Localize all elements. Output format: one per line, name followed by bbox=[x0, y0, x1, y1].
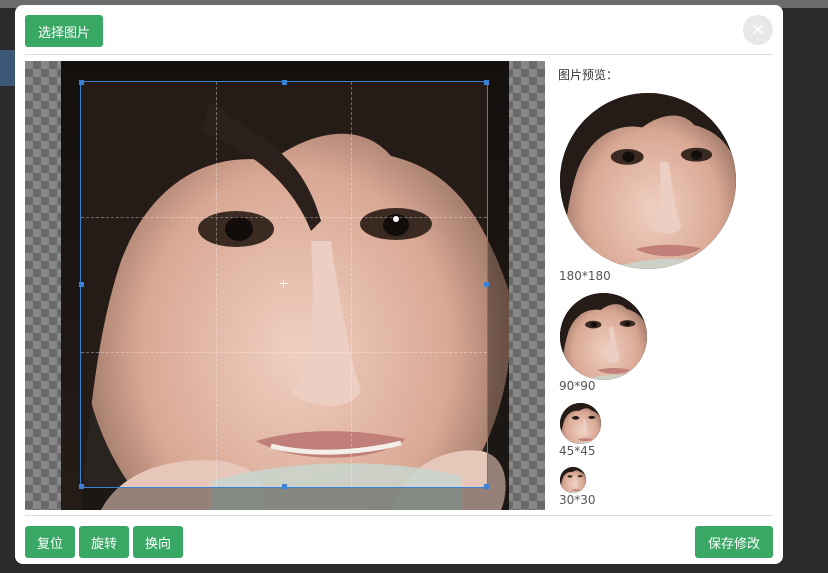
crop-handle-s[interactable] bbox=[282, 484, 287, 489]
close-icon[interactable]: ✕ bbox=[743, 15, 773, 45]
crop-center-icon bbox=[280, 280, 288, 288]
crop-box[interactable] bbox=[80, 81, 488, 488]
image-crop-dialog: 选择图片 ✕ 图片预览： 180*180 90*90 45*45 30*30 复… bbox=[15, 5, 783, 564]
preview-image bbox=[560, 93, 736, 269]
background-tab bbox=[0, 50, 16, 86]
footer-divider bbox=[25, 515, 773, 516]
guide-line bbox=[216, 82, 217, 487]
guide-line bbox=[81, 352, 487, 353]
preview-image bbox=[560, 403, 601, 444]
crop-handle-se[interactable] bbox=[484, 484, 489, 489]
guide-line bbox=[351, 82, 352, 487]
crop-handle-sw[interactable] bbox=[79, 484, 84, 489]
preview-90 bbox=[560, 293, 647, 380]
preview-title: 图片预览： bbox=[558, 68, 619, 82]
preview-image bbox=[560, 293, 647, 380]
save-button[interactable]: 保存修改 bbox=[695, 526, 773, 558]
preview-caption: 30*30 bbox=[559, 493, 596, 507]
crop-handle-n[interactable] bbox=[282, 80, 287, 85]
preview-45 bbox=[560, 403, 601, 444]
select-image-button[interactable]: 选择图片 bbox=[25, 15, 103, 47]
preview-caption: 90*90 bbox=[559, 379, 596, 393]
crop-handle-w[interactable] bbox=[79, 282, 84, 287]
crop-handle-nw[interactable] bbox=[79, 80, 84, 85]
preview-caption: 180*180 bbox=[559, 269, 611, 283]
crop-handle-e[interactable] bbox=[484, 282, 489, 287]
preview-image bbox=[560, 467, 586, 493]
flip-button[interactable]: 换向 bbox=[133, 526, 183, 558]
preview-30 bbox=[560, 467, 586, 493]
reset-button[interactable]: 复位 bbox=[25, 526, 75, 558]
preview-180 bbox=[560, 93, 736, 269]
preview-caption: 45*45 bbox=[559, 444, 596, 458]
rotate-button[interactable]: 旋转 bbox=[79, 526, 129, 558]
crop-handle-ne[interactable] bbox=[484, 80, 489, 85]
crop-stage[interactable] bbox=[25, 61, 545, 510]
header-divider bbox=[25, 54, 773, 55]
guide-line bbox=[81, 217, 487, 218]
